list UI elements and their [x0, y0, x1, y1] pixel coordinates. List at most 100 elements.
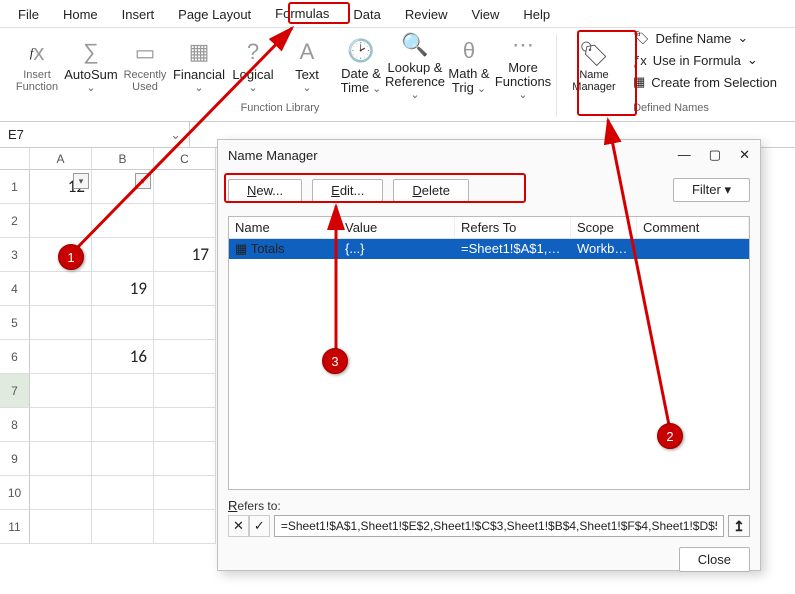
row-header[interactable]: 1: [0, 170, 30, 204]
chevron-down-icon[interactable]: ⌄: [170, 127, 181, 143]
name-box[interactable]: E7⌄: [0, 122, 190, 147]
math-button[interactable]: θMath & Trig ⌄: [444, 30, 494, 102]
recently-used-button[interactable]: ▭Recently Used: [120, 30, 170, 102]
new-button[interactable]: New...: [228, 179, 302, 202]
col-header-b[interactable]: B: [92, 148, 154, 170]
edit-button[interactable]: Edit...: [312, 179, 383, 202]
tab-help[interactable]: Help: [511, 3, 562, 26]
cell[interactable]: [154, 442, 216, 476]
financial-button[interactable]: ▦Financial⌄: [174, 30, 224, 102]
row-header[interactable]: 4: [0, 272, 30, 306]
cell[interactable]: [92, 238, 154, 272]
filter-button[interactable]: Filter ▾: [673, 178, 750, 202]
cell[interactable]: [154, 408, 216, 442]
cell[interactable]: 19: [92, 272, 154, 306]
cell[interactable]: [154, 204, 216, 238]
use-in-formula-button[interactable]: ƒxUse in Formula ⌄: [633, 52, 777, 68]
insert-function-button[interactable]: fxInsert Function: [12, 30, 62, 102]
text-icon: A: [300, 38, 315, 66]
cell[interactable]: [30, 374, 92, 408]
cell[interactable]: [30, 272, 92, 306]
close-x-button[interactable]: ✕: [739, 147, 750, 163]
more-functions-button[interactable]: ⋯More Functions ⌄: [498, 30, 548, 102]
callout-2: 2: [657, 423, 683, 449]
clock-icon: 🕑: [347, 37, 374, 65]
cell[interactable]: [92, 204, 154, 238]
cell[interactable]: [154, 170, 216, 204]
cell[interactable]: [92, 374, 154, 408]
cell[interactable]: 17: [154, 238, 216, 272]
row-header[interactable]: 10: [0, 476, 30, 510]
tab-pagelayout[interactable]: Page Layout: [166, 3, 263, 26]
col-header-c[interactable]: C: [154, 148, 216, 170]
dialog-title: Name Manager: [228, 148, 318, 163]
callout-1: 1: [58, 244, 84, 270]
tab-insert[interactable]: Insert: [110, 3, 167, 26]
cell[interactable]: [30, 442, 92, 476]
theta-icon: θ: [463, 37, 475, 65]
minimize-button[interactable]: —: [678, 147, 691, 163]
cell[interactable]: [154, 476, 216, 510]
tag-small-icon: 🏷: [633, 30, 650, 46]
tab-view[interactable]: View: [459, 3, 511, 26]
logical-button[interactable]: ?Logical⌄: [228, 30, 278, 102]
refers-to-input[interactable]: [274, 515, 724, 537]
name-manager-dialog: Name Manager — ▢ ✕ New... Edit... Delete…: [217, 139, 761, 571]
cell[interactable]: [30, 476, 92, 510]
cell[interactable]: [92, 408, 154, 442]
cell[interactable]: [154, 272, 216, 306]
list-header: Name Value Refers To Scope Comment: [229, 217, 749, 239]
autofilter-b-button[interactable]: ▾: [135, 173, 151, 189]
select-all-corner[interactable]: [0, 148, 30, 170]
cell[interactable]: [30, 340, 92, 374]
row-header[interactable]: 8: [0, 408, 30, 442]
formula-icon: ƒx: [633, 53, 647, 68]
maximize-button[interactable]: ▢: [709, 147, 721, 163]
autofilter-a-button[interactable]: ▾: [73, 173, 89, 189]
row-header[interactable]: 2: [0, 204, 30, 238]
tab-review[interactable]: Review: [393, 3, 460, 26]
autosum-button[interactable]: ∑AutoSum⌄: [66, 30, 116, 102]
cell[interactable]: [154, 340, 216, 374]
create-icon: ▦: [633, 74, 645, 90]
more-icon: ⋯: [512, 31, 534, 59]
collapse-dialog-button[interactable]: ↥: [728, 515, 750, 537]
names-list[interactable]: Name Value Refers To Scope Comment ▦ Tot…: [228, 216, 750, 490]
cell[interactable]: [92, 510, 154, 544]
cell[interactable]: [30, 510, 92, 544]
lookup-button[interactable]: 🔍Lookup & Reference ⌄: [390, 30, 440, 102]
cell[interactable]: [154, 374, 216, 408]
list-row-selected[interactable]: ▦ Totals {...} =Sheet1!$A$1,Shee... Work…: [229, 239, 749, 259]
create-from-selection-button[interactable]: ▦Create from Selection: [633, 74, 777, 90]
cell[interactable]: [92, 476, 154, 510]
tab-file[interactable]: File: [6, 3, 51, 26]
row-header[interactable]: 11: [0, 510, 30, 544]
tab-data[interactable]: Data: [341, 3, 392, 26]
row-header[interactable]: 5: [0, 306, 30, 340]
cell[interactable]: [92, 442, 154, 476]
cell[interactable]: [30, 408, 92, 442]
row-header[interactable]: 7: [0, 374, 30, 408]
cancel-edit-icon[interactable]: ✕: [228, 515, 249, 537]
name-manager-button[interactable]: 🏷 Name Manager: [565, 30, 623, 102]
cell[interactable]: [154, 306, 216, 340]
ribbon-content: fxInsert Function ∑AutoSum⌄ ▭Recently Us…: [0, 28, 795, 122]
datetime-button[interactable]: 🕑Date & Time ⌄: [336, 30, 386, 102]
col-header-a[interactable]: A: [30, 148, 92, 170]
define-name-button[interactable]: 🏷Define Name ⌄: [633, 30, 777, 46]
cell[interactable]: [92, 306, 154, 340]
cell[interactable]: 16: [92, 340, 154, 374]
tab-home[interactable]: Home: [51, 3, 110, 26]
cell[interactable]: [154, 510, 216, 544]
tab-formulas[interactable]: Formulas: [263, 2, 341, 27]
text-button[interactable]: AText⌄: [282, 30, 332, 102]
ribbon-tabs: File Home Insert Page Layout Formulas Da…: [0, 0, 795, 28]
close-button[interactable]: Close: [679, 547, 750, 572]
delete-button[interactable]: Delete: [393, 179, 469, 202]
cell[interactable]: [30, 204, 92, 238]
accept-edit-icon[interactable]: ✓: [249, 515, 270, 537]
row-header[interactable]: 3: [0, 238, 30, 272]
row-header[interactable]: 9: [0, 442, 30, 476]
cell[interactable]: [30, 306, 92, 340]
row-header[interactable]: 6: [0, 340, 30, 374]
